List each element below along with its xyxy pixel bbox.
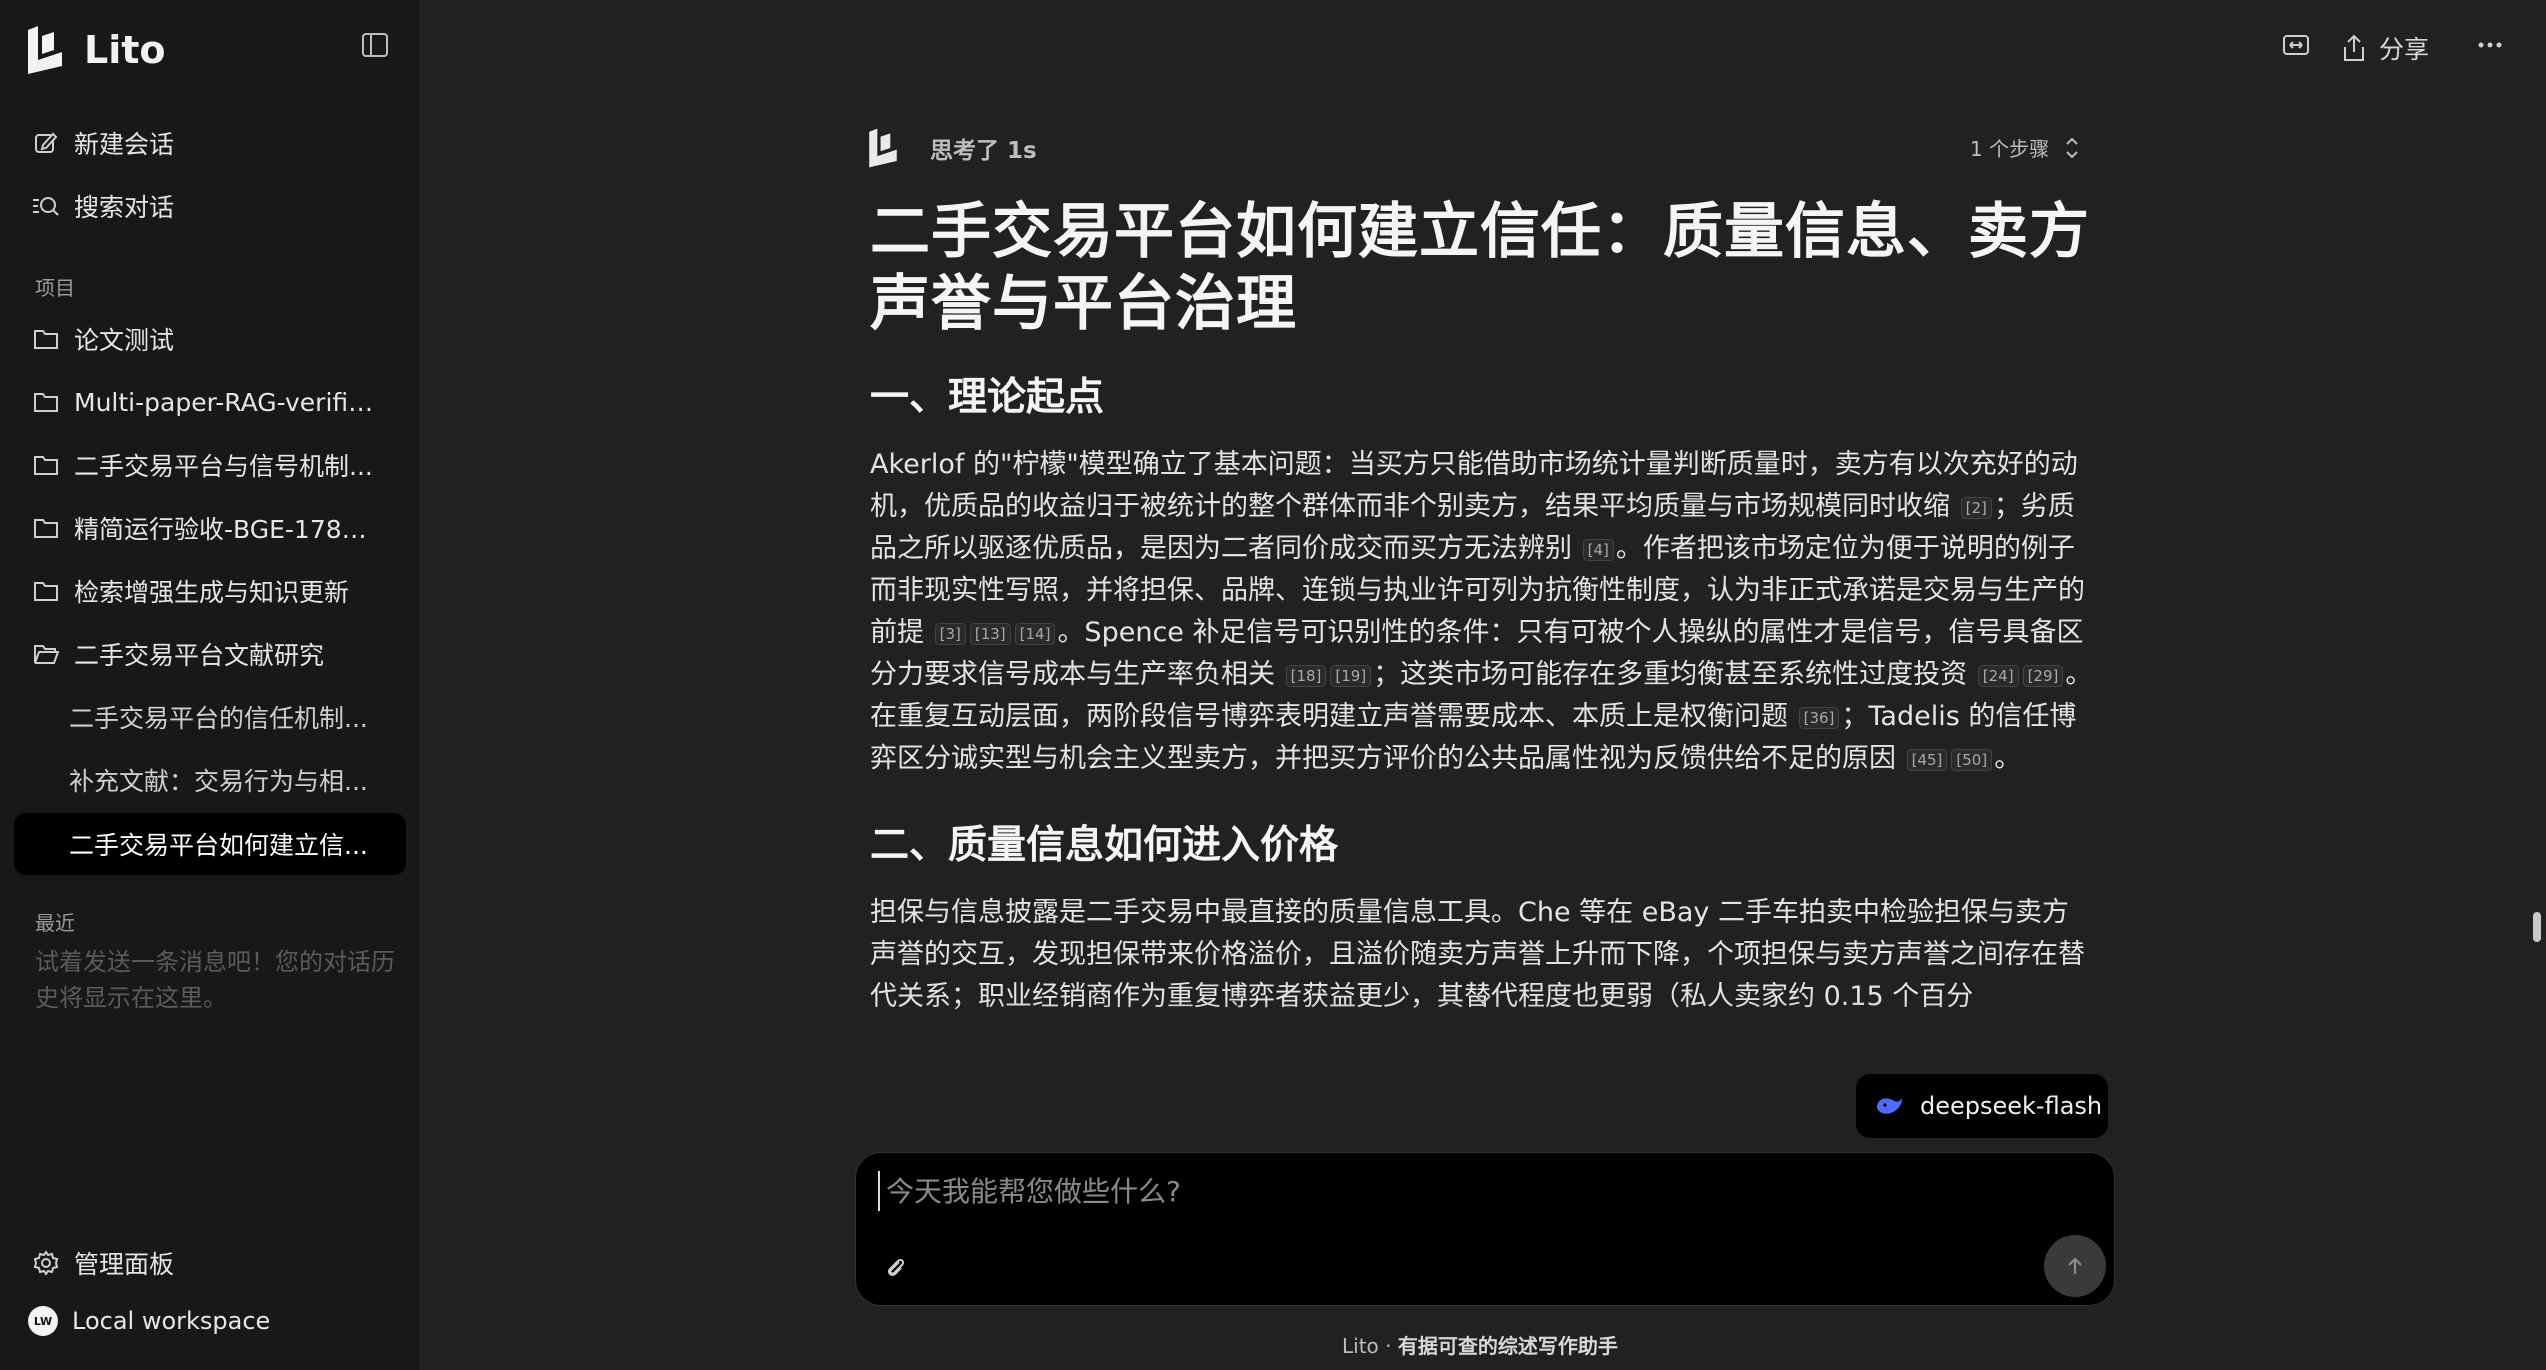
project-item[interactable]: 论文测试	[14, 310, 406, 368]
workspace-label: Local workspace	[72, 1307, 271, 1335]
brand[interactable]: Lito	[24, 26, 166, 74]
avatar: LW	[28, 1306, 58, 1336]
message-input[interactable]	[878, 1171, 2078, 1211]
gear-icon	[32, 1249, 60, 1277]
admin-panel-button[interactable]: 管理面板	[14, 1234, 406, 1292]
chat-item[interactable]: 二手交易平台的信任机制...	[14, 688, 406, 746]
steps-label: 1 个步骤	[1970, 137, 2050, 161]
project-label: 精简运行验收-BGE-1789...	[74, 515, 374, 544]
model-selector-button[interactable]: deepseek-flash	[1856, 1074, 2108, 1138]
chat-item-active[interactable]: 二手交易平台如何建立信...	[14, 813, 406, 875]
paragraph-text: ；这类市场可能存在多重均衡甚至系统性过度投资	[1373, 659, 1968, 690]
paragraph-text: Akerlof 的"柠檬"模型确立了基本问题：当买方只能借助市场统计量判断质量时…	[870, 449, 2078, 522]
search-icon	[32, 192, 60, 220]
chat-item[interactable]: 补充文献：交易行为与相...	[14, 751, 406, 809]
thinking-label: 思考了 1s	[930, 138, 1037, 164]
admin-panel-label: 管理面板	[74, 1250, 175, 1279]
message-composer	[855, 1152, 2115, 1306]
project-item[interactable]: Multi-paper-RAG-verifica...	[14, 373, 406, 431]
workspace-switcher[interactable]: LW Local workspace	[28, 1306, 270, 1336]
scrollbar-thumb[interactable]	[2533, 912, 2541, 942]
lito-logo-icon	[28, 26, 62, 74]
whale-icon	[1877, 1098, 1902, 1114]
footer-tagline: 有据可查的综述写作助手	[1397, 1334, 1618, 1358]
section-heading: 一、理论起点	[870, 375, 1105, 420]
share-icon	[2344, 34, 2364, 61]
answer-article: 二手交易平台如何建立信任：质量信息、卖方声誉与平台治理 一、理论起点 Akerl…	[870, 196, 2095, 1058]
citation-badge[interactable]: [50]	[1951, 748, 1993, 771]
citation-badge[interactable]: [36]	[1798, 706, 1840, 729]
citation-badge[interactable]: [2]	[1960, 496, 1992, 519]
chevron-down-icon[interactable]	[1470, 986, 1496, 1012]
app-name: Lito	[84, 28, 166, 72]
edit-icon	[32, 129, 60, 157]
lito-logo-icon	[869, 128, 897, 168]
folder-icon	[32, 325, 60, 353]
projects-section-label: 项目	[35, 276, 75, 300]
project-label: 论文测试	[74, 326, 175, 355]
folder-icon	[32, 388, 60, 416]
chat-label: 二手交易平台的信任机制...	[69, 704, 368, 733]
citation-badge[interactable]: [3]	[934, 622, 966, 645]
arrow-up-icon	[2068, 1257, 2082, 1274]
citation-badge[interactable]: [4]	[1582, 538, 1614, 561]
folder-icon	[32, 451, 60, 479]
chevron-up-down-icon	[2066, 137, 2078, 158]
recent-empty-hint: 试着发送一条消息吧！您的对话历史将显示在这里。	[35, 948, 395, 1012]
project-item-expanded[interactable]: 二手交易平台文献研究	[14, 625, 406, 683]
citation-badge[interactable]: [45]	[1906, 748, 1948, 771]
citation-badge[interactable]: [14]	[1014, 622, 1056, 645]
project-item[interactable]: 检索增强生成与知识更新	[14, 562, 406, 620]
project-item[interactable]: 二手交易平台与信号机制...	[14, 436, 406, 494]
expand-width-button[interactable]	[2281, 30, 2311, 60]
share-button[interactable]: 分享	[2341, 30, 2429, 66]
search-chats-label: 搜索对话	[74, 193, 175, 222]
project-item[interactable]: 精简运行验收-BGE-1789...	[14, 499, 406, 557]
footer-separator: ·	[1378, 1334, 1398, 1358]
section-heading: 二、质量信息如何进入价格	[870, 823, 1339, 868]
project-label: 二手交易平台文献研究	[74, 641, 325, 670]
steps-toggle[interactable]: 1 个步骤	[1970, 133, 2081, 162]
search-chats-button[interactable]: 搜索对话	[14, 177, 406, 235]
scrollbar[interactable]	[2528, 90, 2546, 1050]
folder-icon	[32, 577, 60, 605]
share-label: 分享	[2379, 35, 2430, 64]
app-root: Lito 新建会话 搜索对话 项目 论文测试 Multi-paper-RAG-v…	[0, 0, 2546, 1370]
citation-badge[interactable]: [24]	[1977, 664, 2019, 687]
model-label: deepseek-flash	[1920, 1092, 2103, 1120]
project-label: Multi-paper-RAG-verifica...	[74, 387, 374, 417]
section-paragraph: Akerlof 的"柠檬"模型确立了基本问题：当买方只能借助市场统计量判断质量时…	[870, 444, 2095, 780]
new-chat-button[interactable]: 新建会话	[14, 114, 406, 172]
citation-badge[interactable]: [19]	[1330, 664, 1372, 687]
article-title: 二手交易平台如何建立信任：质量信息、卖方声誉与平台治理	[870, 197, 2090, 339]
chat-label: 二手交易平台如何建立信...	[69, 831, 368, 860]
project-label: 二手交易平台与信号机制...	[74, 452, 373, 481]
paperclip-icon[interactable]	[880, 1253, 910, 1283]
more-options-button[interactable]	[2475, 30, 2505, 60]
recent-section-label: 最近	[35, 911, 75, 935]
folder-open-icon	[32, 640, 60, 668]
citation-badge[interactable]: [13]	[969, 622, 1011, 645]
chat-label: 补充文献：交易行为与相...	[69, 767, 368, 796]
more-horizontal-icon	[2478, 42, 2502, 48]
citation-badge[interactable]: [29]	[2022, 664, 2064, 687]
expand-width-icon	[2283, 35, 2309, 55]
folder-icon	[32, 514, 60, 542]
send-button[interactable]	[2044, 1235, 2106, 1297]
sidebar-toggle-icon[interactable]	[360, 30, 390, 60]
citation-badge[interactable]: [18]	[1285, 664, 1327, 687]
thinking-indicator[interactable]: 思考了 1s	[866, 128, 1037, 168]
footer-brand: Lito	[1342, 1334, 1379, 1358]
new-chat-label: 新建会话	[74, 130, 175, 159]
sidebar: Lito 新建会话 搜索对话 项目 论文测试 Multi-paper-RAG-v…	[0, 0, 421, 1370]
paragraph-text: 。	[1994, 743, 2022, 774]
footer-note: Lito · 有据可查的综述写作助手	[1342, 1330, 1618, 1359]
main-panel: 分享 思考了 1s 1 个步骤 二手交易平台如何建立信任：质量信息、卖方声誉与平…	[421, 0, 2546, 1370]
project-label: 检索增强生成与知识更新	[74, 578, 350, 607]
